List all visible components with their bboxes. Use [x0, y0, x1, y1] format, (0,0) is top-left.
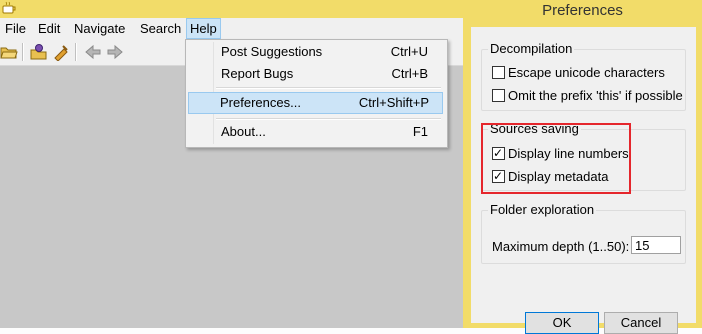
open-type-icon[interactable]: [30, 43, 48, 61]
checkbox-omit-this[interactable]: Omit the prefix 'this' if possible: [492, 87, 683, 105]
menu-help[interactable]: Help: [186, 18, 221, 39]
sources-saving-highlight: [481, 123, 631, 194]
main-window: File Edit Navigate Search Help Post Sugg…: [0, 0, 463, 328]
app-icon: [2, 1, 16, 14]
menu-item-post-suggestions[interactable]: Post Suggestions Ctrl+U: [189, 42, 442, 62]
checkbox-box[interactable]: [492, 66, 505, 79]
menu-separator: [216, 118, 441, 120]
menu-item-label: About...: [221, 124, 266, 139]
menu-bar: File Edit Navigate Search Help: [0, 18, 463, 39]
menu-item-about[interactable]: About... F1: [189, 122, 442, 142]
menu-item-preferences[interactable]: Preferences... Ctrl+Shift+P: [188, 92, 443, 114]
open-folder-icon[interactable]: [0, 43, 18, 61]
dialog-title: Preferences: [542, 2, 623, 19]
open-jar-icon[interactable]: [52, 43, 70, 61]
menu-item-report-bugs[interactable]: Report Bugs Ctrl+B: [189, 64, 442, 84]
menu-item-shortcut: Ctrl+U: [390, 44, 428, 59]
menu-item-shortcut: Ctrl+Shift+P: [358, 95, 429, 110]
forward-arrow-icon[interactable]: [106, 43, 124, 61]
checkbox-escape-unicode[interactable]: Escape unicode characters: [492, 64, 665, 82]
group-legend: Decompilation: [488, 41, 575, 57]
back-arrow-icon[interactable]: [84, 43, 102, 61]
menu-item-label: Preferences...: [220, 95, 301, 110]
max-depth-input[interactable]: 15: [631, 236, 681, 254]
menu-search[interactable]: Search: [137, 19, 184, 38]
preferences-dialog: Preferences Decompilation Escape unicode…: [463, 0, 702, 334]
help-dropdown-menu: Post Suggestions Ctrl+U Report Bugs Ctrl…: [185, 39, 448, 148]
toolbar-separator: [22, 43, 24, 61]
menu-navigate[interactable]: Navigate: [71, 19, 128, 38]
checkbox-label: Omit the prefix 'this' if possible: [508, 88, 683, 103]
menu-edit[interactable]: Edit: [35, 19, 63, 38]
group-folder-exploration: Folder exploration Maximum depth (1..50)…: [481, 202, 686, 264]
checkbox-label: Escape unicode characters: [508, 65, 665, 80]
max-depth-label: Maximum depth (1..50):: [492, 239, 630, 254]
menu-item-label: Report Bugs: [221, 66, 294, 81]
cancel-button[interactable]: Cancel: [604, 312, 678, 334]
menu-file[interactable]: File: [2, 19, 29, 38]
menu-item-label: Post Suggestions: [221, 44, 323, 59]
menu-item-shortcut: Ctrl+B: [391, 66, 428, 81]
ok-button[interactable]: OK: [525, 312, 599, 334]
group-legend: Folder exploration: [488, 202, 597, 218]
toolbar-separator: [75, 43, 77, 61]
menu-separator: [216, 87, 441, 89]
window-title-bar: [0, 0, 463, 18]
checkbox-box[interactable]: [492, 89, 505, 102]
menu-item-shortcut: F1: [412, 124, 428, 139]
group-decompilation: Decompilation Escape unicode characters …: [481, 41, 686, 111]
